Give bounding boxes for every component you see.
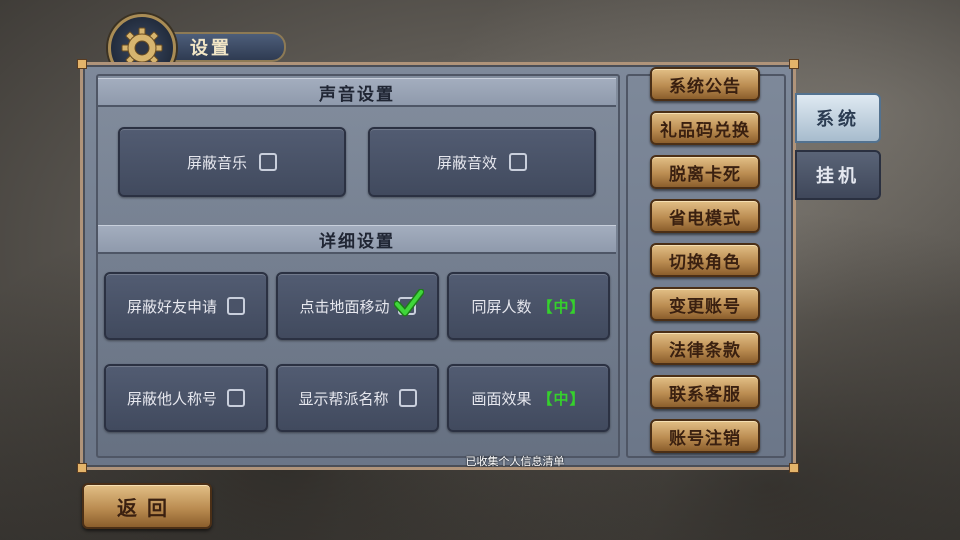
unstuck-button[interactable]: 脱离卡死: [650, 155, 760, 189]
block-friend-request-option[interactable]: 屏蔽好友申请: [104, 272, 268, 340]
show-guild-name-option[interactable]: 显示帮派名称: [276, 364, 439, 432]
page-title: 设置: [190, 38, 232, 59]
tab-system[interactable]: 系统: [795, 93, 881, 143]
tap-ground-move-checkbox[interactable]: [393, 289, 424, 317]
option-label: 同屏人数: [471, 297, 532, 316]
block-others-title-option[interactable]: 屏蔽他人称号: [104, 364, 268, 432]
legal-terms-button[interactable]: 法律条款: [650, 331, 760, 365]
back-button[interactable]: 返回: [82, 483, 212, 529]
block-others-title-checkbox[interactable]: [227, 389, 245, 407]
graphics-quality-level[interactable]: 【中】: [538, 388, 586, 409]
option-label: 画面效果: [471, 389, 532, 408]
mute-sfx-option[interactable]: 屏蔽音效: [368, 127, 596, 197]
option-label: 点击地面移动: [299, 297, 390, 316]
tab-auto-play[interactable]: 挂机: [795, 150, 881, 200]
switch-character-button[interactable]: 切换角色: [650, 243, 760, 277]
personal-info-list-link[interactable]: 已收集个人信息清单: [430, 453, 600, 469]
player-count-level[interactable]: 【中】: [538, 296, 586, 317]
delete-account-button[interactable]: 账号注销: [650, 419, 760, 453]
graphics-quality-option[interactable]: 画面效果 【中】: [447, 364, 610, 432]
change-account-button[interactable]: 变更账号: [650, 287, 760, 321]
block-friend-request-checkbox[interactable]: [227, 297, 245, 315]
show-guild-name-checkbox[interactable]: [398, 389, 417, 407]
system-notice-button[interactable]: 系统公告: [650, 67, 760, 101]
mute-music-option[interactable]: 屏蔽音乐: [118, 127, 346, 197]
screen-player-count-option[interactable]: 同屏人数 【中】: [447, 272, 610, 340]
title-bar: 设置: [160, 32, 286, 62]
gift-code-redeem-button[interactable]: 礼品码兑换: [650, 111, 760, 145]
sound-settings-header: 声音设置: [98, 78, 616, 107]
tap-ground-move-option[interactable]: 点击地面移动: [276, 272, 439, 340]
power-saving-button[interactable]: 省电模式: [650, 199, 760, 233]
option-label: 显示帮派名称: [298, 389, 389, 408]
option-label: 屏蔽音乐: [186, 153, 247, 172]
option-label: 屏蔽音效: [436, 153, 497, 172]
detail-settings-header: 详细设置: [98, 225, 616, 254]
checkmark-icon: [393, 289, 424, 317]
mute-music-checkbox[interactable]: [259, 153, 277, 171]
mute-sfx-checkbox[interactable]: [509, 153, 527, 171]
option-label: 屏蔽好友申请: [126, 297, 217, 316]
option-label: 屏蔽他人称号: [126, 389, 217, 408]
contact-support-button[interactable]: 联系客服: [650, 375, 760, 409]
